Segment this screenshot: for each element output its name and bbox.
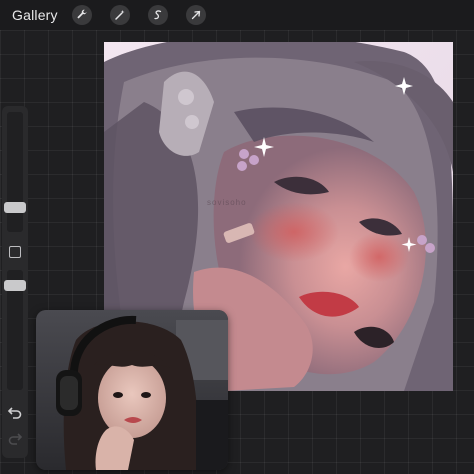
reference-camera-overlay[interactable] (36, 310, 228, 470)
undo-button[interactable] (7, 404, 23, 420)
redo-button[interactable] (7, 430, 23, 446)
brush-size-slider[interactable] (4, 112, 26, 232)
arrow-cursor-icon (191, 10, 200, 20)
top-toolbar: Gallery (0, 0, 474, 30)
transform-button[interactable] (185, 5, 206, 25)
redo-icon (8, 433, 23, 445)
brush-size-thumb[interactable] (4, 202, 26, 213)
reference-photo (36, 310, 228, 470)
gallery-button[interactable]: Gallery (12, 7, 58, 23)
opacity-slider[interactable] (4, 270, 26, 390)
magic-wand-icon (115, 10, 125, 20)
adjustments-button[interactable] (109, 5, 130, 25)
brush-sidebar (2, 106, 28, 458)
actions-button[interactable] (71, 5, 92, 25)
wrench-icon (77, 9, 87, 19)
selection-button[interactable] (147, 5, 168, 25)
modify-button[interactable] (9, 246, 21, 258)
undo-icon (7, 407, 22, 419)
opacity-thumb[interactable] (4, 280, 26, 291)
artist-watermark: sovisoho (207, 198, 247, 207)
selection-s-icon (154, 10, 161, 20)
